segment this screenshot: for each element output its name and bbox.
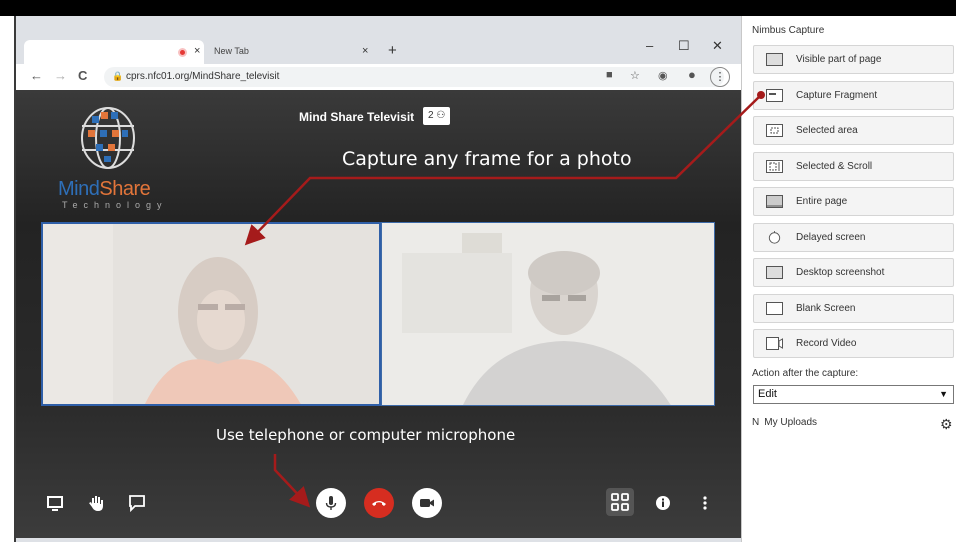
microphone-icon — [325, 496, 337, 510]
tab-close-icon[interactable]: × — [362, 45, 368, 57]
button-label: Entire page — [796, 196, 848, 207]
more-icon[interactable] — [694, 492, 716, 514]
dropdown-arrow-icon: ▼ — [939, 389, 948, 399]
visible-page-icon — [766, 53, 783, 66]
globe-icon — [81, 107, 135, 169]
video-tile-provider[interactable] — [381, 222, 715, 406]
button-label: Record Video — [796, 338, 857, 349]
button-label: Desktop screenshot — [796, 267, 885, 278]
tab-strip: × New Tab × + – ☐ ✕ — [16, 36, 742, 64]
maximize-button[interactable]: ☐ — [678, 38, 690, 54]
people-icon: ⚇ — [436, 110, 446, 121]
selected-area-icon — [766, 124, 783, 137]
tab-label: New Tab — [214, 46, 249, 56]
timer-icon — [768, 231, 781, 244]
desktop-screenshot-button[interactable]: Desktop screenshot — [753, 258, 954, 287]
hangup-icon — [372, 501, 386, 506]
meeting-title: Mind Share Televisit — [299, 110, 415, 124]
entire-page-icon — [766, 195, 783, 208]
camera-icon — [420, 499, 434, 507]
camera-button[interactable] — [412, 488, 442, 518]
my-uploads-link[interactable]: N My Uploads — [752, 417, 817, 428]
selected-scroll-button[interactable]: Selected & Scroll — [753, 152, 954, 181]
action-after-capture-label: Action after the capture: — [752, 368, 859, 379]
tab-new-tab[interactable]: New Tab × — [204, 40, 380, 64]
reload-button[interactable]: C — [78, 68, 87, 83]
info-icon[interactable] — [652, 492, 674, 514]
panel-title: Nimbus Capture — [752, 25, 825, 36]
entire-page-button[interactable]: Entire page — [753, 187, 954, 216]
televisit-page: MindShare Technology Mind Share Televisi… — [16, 90, 742, 538]
button-label: Blank Screen — [796, 303, 856, 314]
visible-page-button[interactable]: Visible part of page — [753, 45, 954, 74]
back-button[interactable]: ← — [30, 68, 43, 83]
nimbus-capture-panel: Nimbus Capture Visible part of page Capt… — [741, 16, 956, 542]
brand-text: MindShare — [58, 178, 151, 200]
blank-screen-button[interactable]: Blank Screen — [753, 294, 954, 323]
selected-area-button[interactable]: Selected area — [753, 116, 954, 145]
brand-subtitle: Technology — [62, 200, 168, 210]
video-tile-patient[interactable] — [41, 222, 381, 406]
grid-view-button[interactable] — [606, 488, 634, 516]
mindshare-logo: MindShare Technology — [36, 100, 186, 210]
my-uploads-label: My Uploads — [764, 417, 818, 428]
url-text: cprs.nfc01.org/MindShare_televisit — [126, 71, 280, 82]
recording-icon — [178, 48, 187, 57]
camera-icon[interactable]: ■ — [606, 69, 613, 81]
annotation-capture: Capture any frame for a photo — [342, 148, 632, 170]
raise-hand-icon[interactable] — [86, 492, 108, 514]
action-after-capture-select[interactable]: Edit ▼ — [753, 385, 954, 404]
button-label: Delayed screen — [796, 232, 866, 243]
lock-icon: 🔒 — [112, 71, 124, 81]
new-tab-button[interactable]: + — [388, 42, 397, 59]
screen-share-icon[interactable] — [44, 492, 66, 514]
desktop-icon — [766, 266, 783, 279]
url-field[interactable]: 🔒 cprs.nfc01.org/MindShare_televisit ■ ☆… — [104, 67, 724, 87]
menu-icon[interactable]: ⋮ — [710, 67, 730, 87]
chat-icon[interactable] — [126, 492, 148, 514]
delayed-screen-button[interactable]: Delayed screen — [753, 223, 954, 252]
button-label: Selected & Scroll — [796, 161, 873, 172]
hangup-button[interactable] — [364, 488, 394, 518]
blank-icon — [766, 302, 783, 315]
star-icon[interactable]: ☆ — [630, 69, 640, 82]
screenshot-stage: × New Tab × + – ☐ ✕ ← → C 🔒 cprs.nfc01.o… — [0, 0, 956, 542]
scroll-icon — [766, 160, 783, 173]
button-label: Capture Fragment — [796, 90, 878, 101]
minimize-button[interactable]: – — [646, 38, 653, 53]
button-label: Selected area — [796, 125, 858, 136]
video-icon — [766, 337, 783, 350]
extension-icon[interactable]: ◉ — [658, 69, 668, 82]
tab-televisit[interactable]: × — [24, 40, 204, 64]
fragment-icon — [766, 89, 783, 102]
participant-count-badge[interactable]: 2 ⚇ — [423, 107, 451, 125]
button-label: Visible part of page — [796, 54, 882, 65]
microphone-button[interactable] — [316, 488, 346, 518]
participant-video-1 — [43, 224, 379, 404]
browser-window: × New Tab × + – ☐ ✕ ← → C 🔒 cprs.nfc01.o… — [14, 16, 742, 542]
record-video-button[interactable]: Record Video — [753, 329, 954, 358]
tab-close-icon[interactable]: × — [194, 45, 200, 57]
forward-button[interactable]: → — [54, 68, 67, 83]
nimbus-logo-icon: N — [752, 417, 760, 428]
grid-view-icon — [611, 493, 629, 511]
settings-gear-icon[interactable]: ⚙ — [940, 416, 953, 433]
capture-fragment-button[interactable]: Capture Fragment — [753, 81, 954, 110]
annotation-microphone: Use telephone or computer microphone — [216, 426, 516, 444]
top-black-bar — [0, 0, 956, 16]
close-window-button[interactable]: ✕ — [712, 38, 723, 54]
profile-icon[interactable]: ● — [688, 67, 696, 82]
address-bar-row: ← → C 🔒 cprs.nfc01.org/MindShare_televis… — [16, 64, 742, 90]
participant-video-2 — [382, 223, 714, 405]
select-value: Edit — [758, 388, 777, 400]
